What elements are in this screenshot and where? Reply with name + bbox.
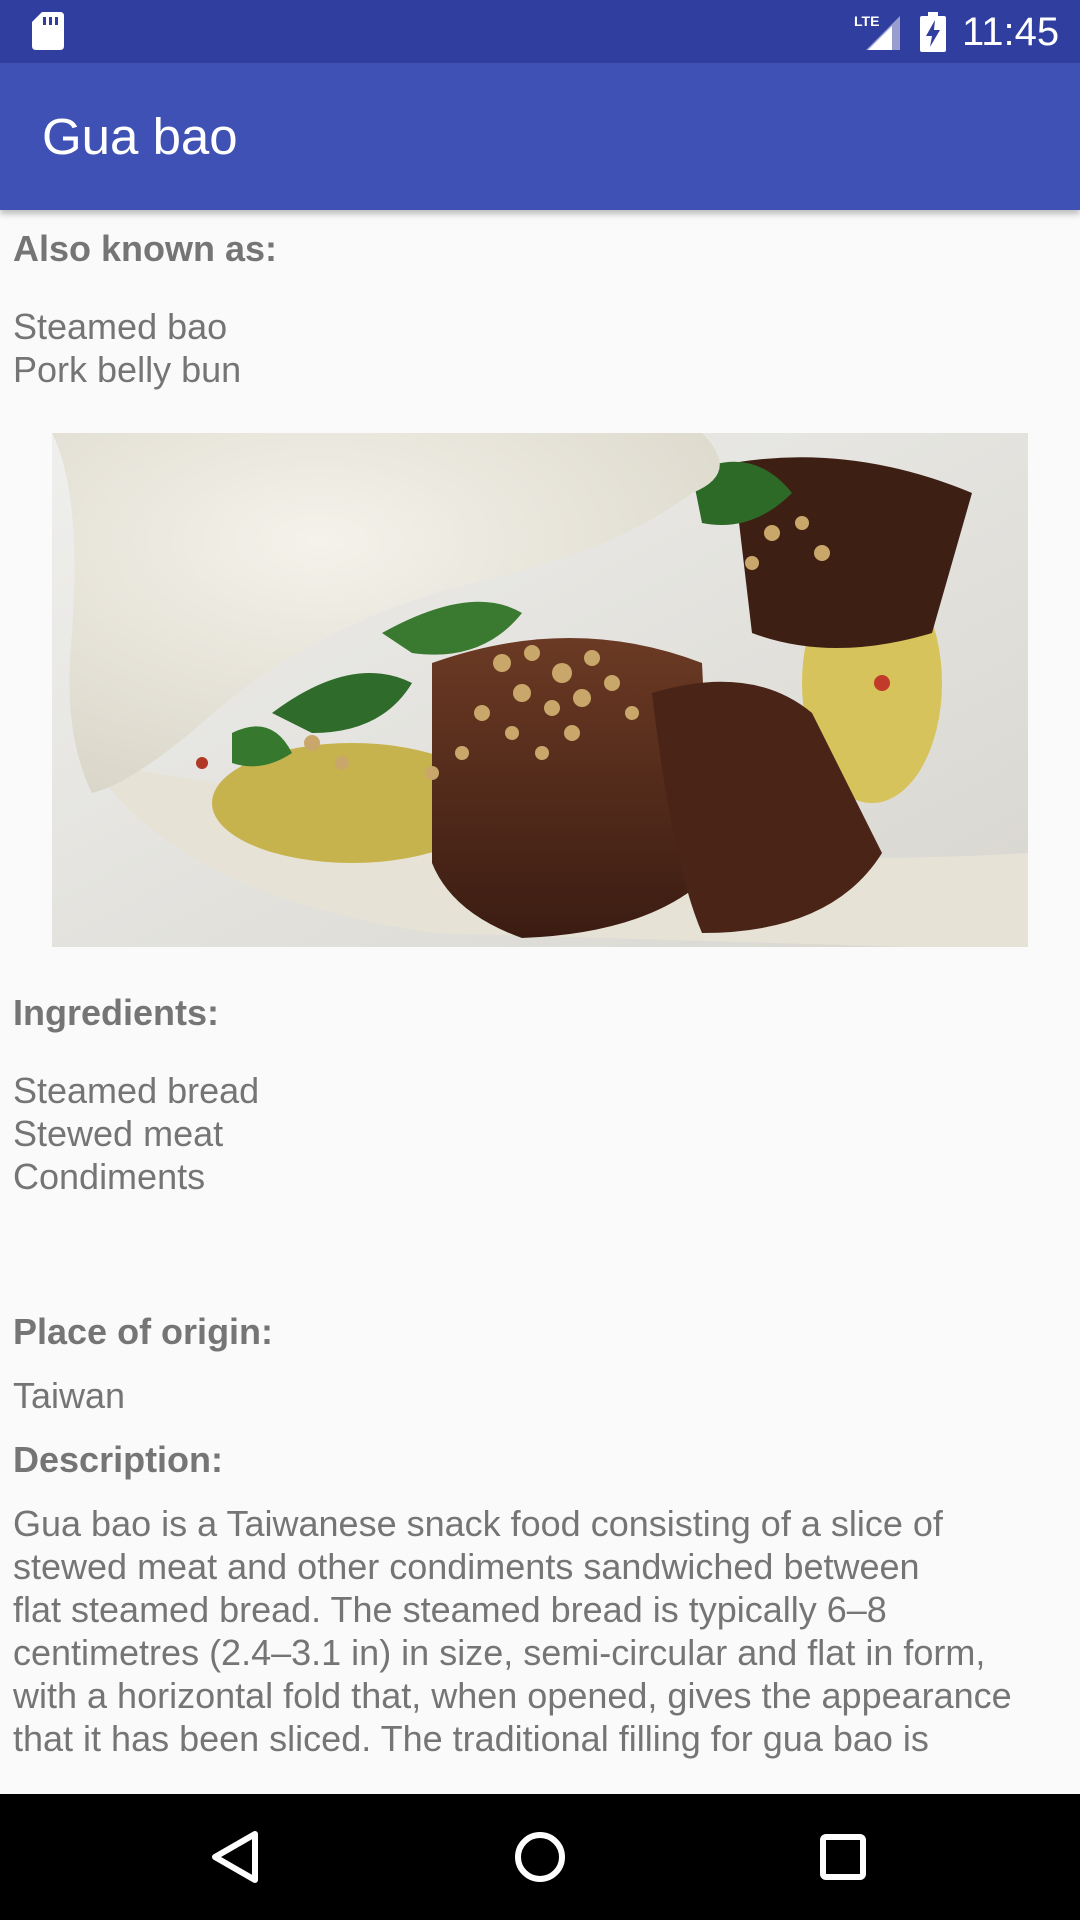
page-title: Gua bao	[42, 108, 238, 165]
place-of-origin-value: Taiwan	[13, 1375, 126, 1416]
also-known-as-label: Also known as:	[13, 228, 278, 269]
status-bar: LTE 11:45	[0, 0, 1080, 63]
app-bar: Gua bao	[0, 63, 1080, 210]
home-icon[interactable]	[505, 1822, 575, 1892]
ingredients-value: Steamed bread Stewed meat Condiments	[13, 1070, 260, 1197]
description-label: Description:	[13, 1439, 224, 1480]
battery-charging-icon	[920, 12, 946, 52]
description-value: Gua bao is a Taiwanese snack food consis…	[13, 1503, 1012, 1759]
status-clock: 11:45	[962, 10, 1060, 54]
place-of-origin-label: Place of origin:	[13, 1311, 274, 1352]
recents-icon[interactable]	[808, 1822, 878, 1892]
ingredients-label: Ingredients:	[13, 992, 220, 1033]
svg-text:LTE: LTE	[854, 13, 879, 29]
also-known-as-value: Steamed bao Pork belly bun	[13, 306, 242, 390]
detail-content[interactable]: Also known as: Steamed bao Pork belly bu…	[0, 210, 1080, 1794]
navigation-bar	[0, 1794, 1080, 1920]
dish-photo	[52, 433, 1028, 947]
sd-card-icon	[32, 12, 64, 50]
lte-signal-icon: LTE	[854, 13, 900, 50]
back-icon[interactable]	[200, 1822, 270, 1892]
